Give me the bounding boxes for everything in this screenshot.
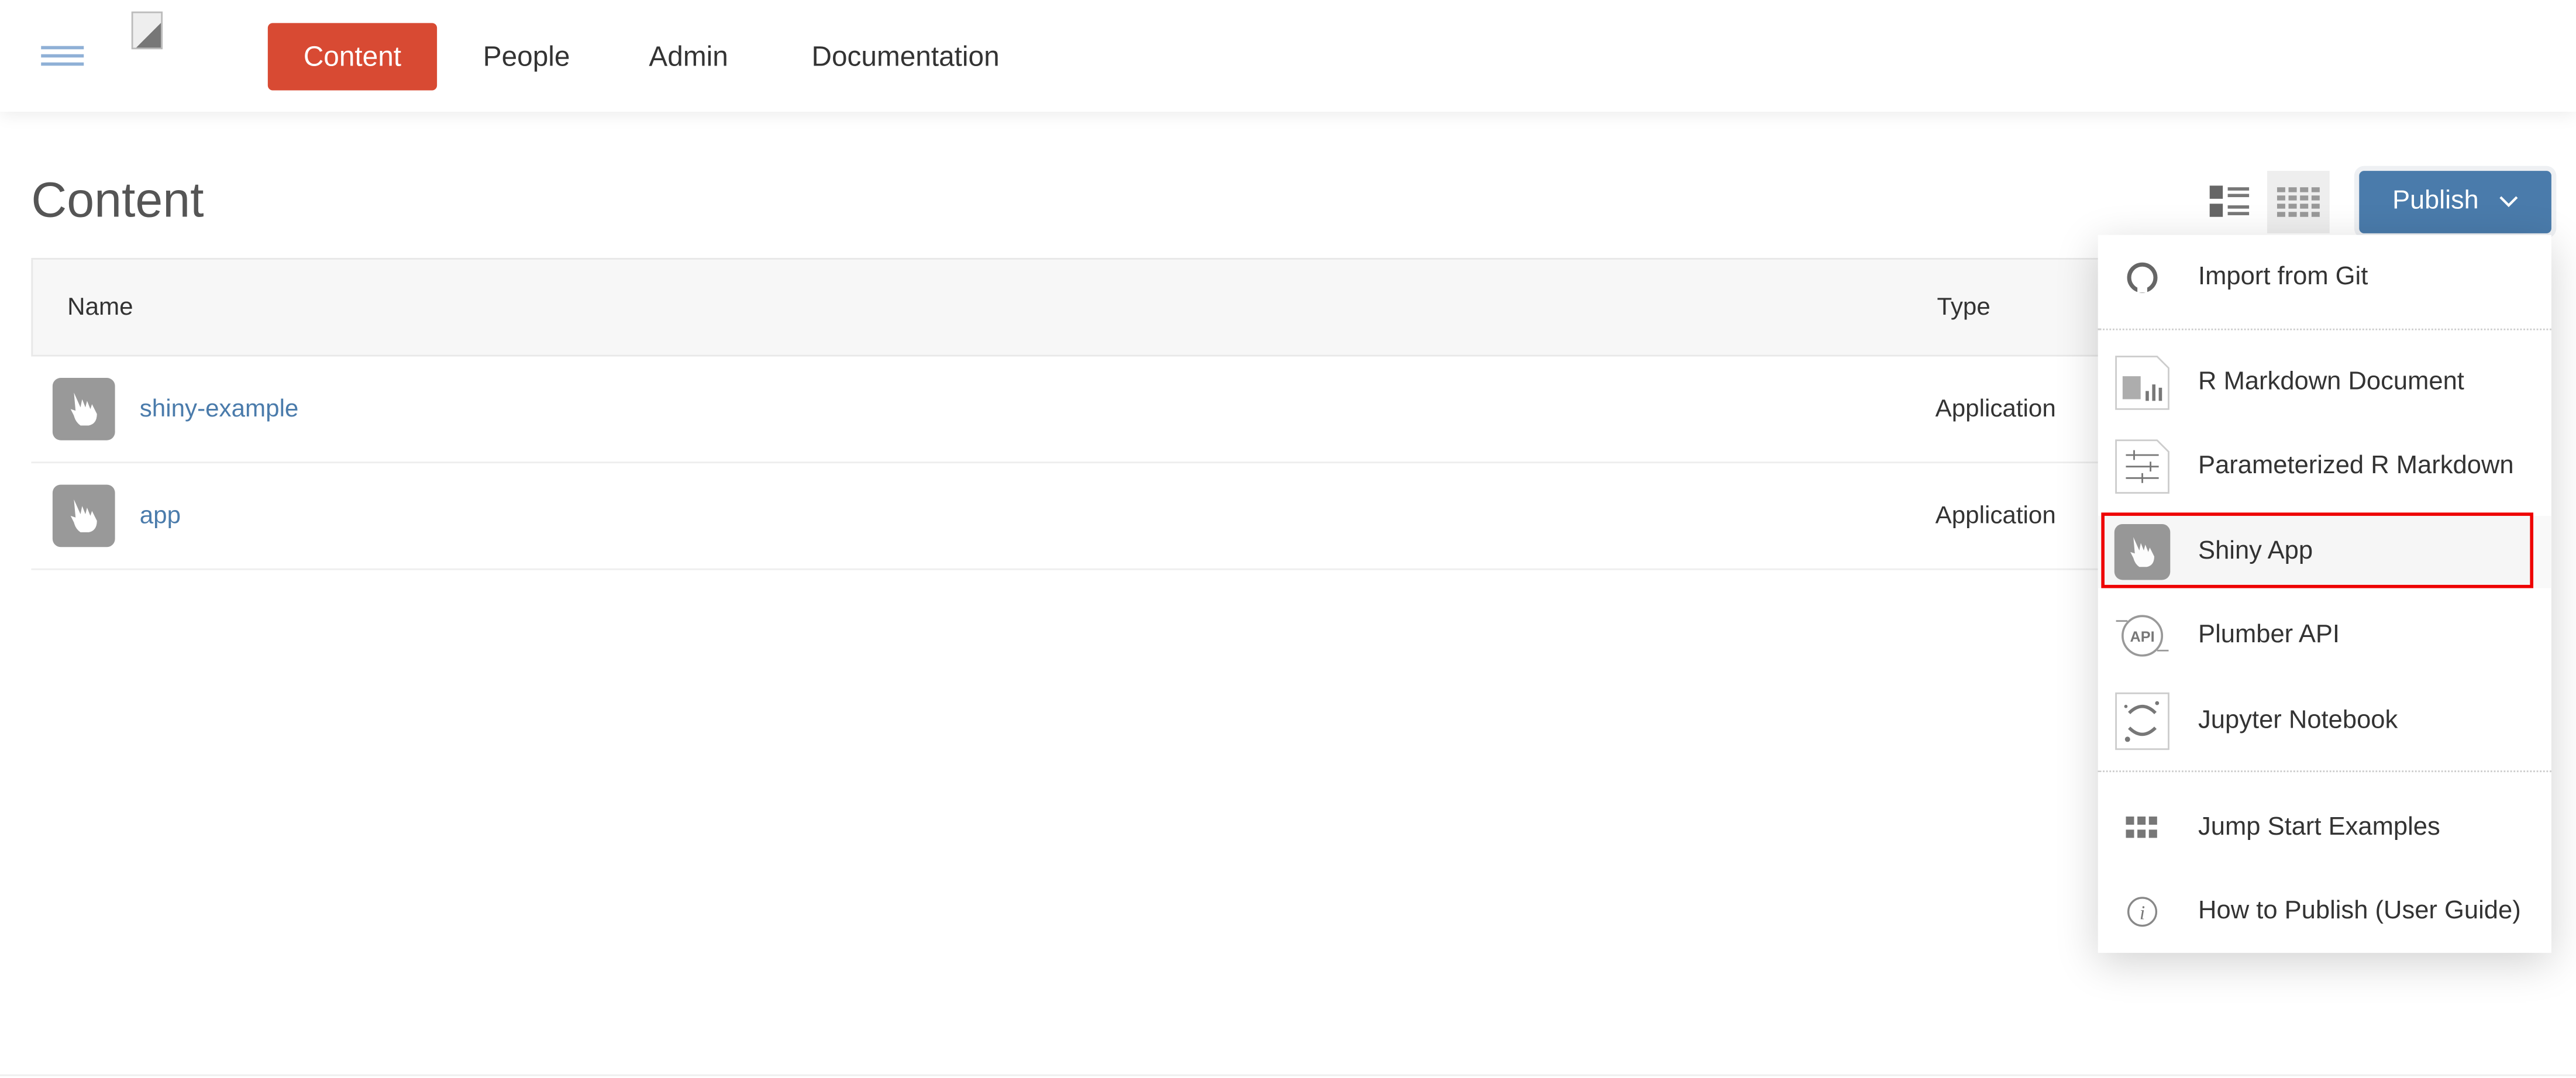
menu-item-label: R Markdown Document [2198, 368, 2464, 396]
chevron-down-icon [2499, 196, 2518, 208]
nav-tab-admin[interactable]: Admin [616, 23, 761, 90]
nav-tab-documentation[interactable]: Documentation [779, 23, 1032, 90]
menu-item-label: Plumber API [2198, 621, 2340, 649]
hamburger-menu-icon[interactable] [41, 46, 84, 66]
menu-divider [2098, 328, 2551, 330]
top-nav-bar: Content People Admin Documentation [0, 0, 2576, 112]
info-icon: i [2114, 884, 2170, 939]
content-table: Name Type shiny-example Application app … [31, 257, 2216, 570]
menu-item-shiny-app[interactable]: Shiny App [2098, 515, 2551, 588]
menu-item-label: Jupyter Notebook [2198, 706, 2398, 735]
jupyter-icon [2114, 692, 2170, 750]
page-title: Content [31, 174, 204, 229]
grid-icon [2114, 800, 2170, 856]
menu-item-label: Jump Start Examples [2198, 813, 2440, 842]
menu-item-label: Parameterized R Markdown [2198, 452, 2514, 480]
github-icon [2114, 250, 2170, 305]
nav-tab-people[interactable]: People [450, 23, 603, 90]
svg-text:i: i [2140, 902, 2145, 924]
menu-item-import-from-git[interactable]: Import from Git [2098, 242, 2551, 314]
publish-label: Publish [2392, 187, 2479, 215]
menu-item-label: Shiny App [2198, 537, 2313, 566]
publish-dropdown-menu: Import from Git R Markdown Document Para… [2098, 235, 2551, 953]
grid-view-icon [2277, 187, 2320, 217]
menu-item-how-to-publish[interactable]: i How to Publish (User Guide) [2098, 876, 2551, 948]
shiny-hand-icon [52, 484, 115, 547]
svg-text:API: API [2130, 629, 2154, 645]
content-link[interactable]: app [140, 502, 181, 530]
column-header-name[interactable]: Name [67, 293, 133, 321]
plumber-api-icon: API [2114, 608, 2170, 663]
parameterized-rmarkdown-icon [2114, 439, 2170, 494]
menu-item-plumber-api[interactable]: API Plumber API [2098, 600, 2551, 672]
menu-item-label: How to Publish (User Guide) [2198, 897, 2521, 925]
table-header: Name Type [31, 257, 2216, 357]
table-row[interactable]: shiny-example Application [31, 356, 2216, 464]
content-type: Application [1935, 395, 2056, 423]
column-header-type[interactable]: Type [1937, 293, 1990, 321]
shiny-hand-icon [52, 378, 115, 440]
list-view-icon [2209, 185, 2250, 217]
menu-item-r-markdown-document[interactable]: R Markdown Document [2098, 347, 2551, 419]
rmarkdown-document-icon [2114, 355, 2170, 411]
publish-button[interactable]: Publish [2359, 171, 2551, 233]
menu-divider [2098, 770, 2551, 773]
table-row[interactable]: app Application [31, 463, 2216, 570]
content-link[interactable]: shiny-example [140, 395, 299, 423]
menu-item-label: Import from Git [2198, 263, 2368, 291]
page: Content People Admin Documentation Conte… [0, 0, 2576, 1078]
content-type: Application [1935, 502, 2056, 530]
grid-view-button[interactable] [2267, 171, 2330, 233]
menu-item-jump-start-examples[interactable]: Jump Start Examples [2098, 792, 2551, 865]
menu-item-jupyter-notebook[interactable]: Jupyter Notebook [2098, 685, 2551, 757]
nav-tab-content[interactable]: Content [267, 23, 438, 91]
shiny-app-icon [2114, 523, 2171, 580]
list-view-button[interactable] [2198, 171, 2261, 233]
menu-item-parameterized-r-markdown[interactable]: Parameterized R Markdown [2098, 430, 2551, 503]
broken-logo-image[interactable] [131, 11, 163, 50]
footer-divider [0, 1074, 2576, 1076]
